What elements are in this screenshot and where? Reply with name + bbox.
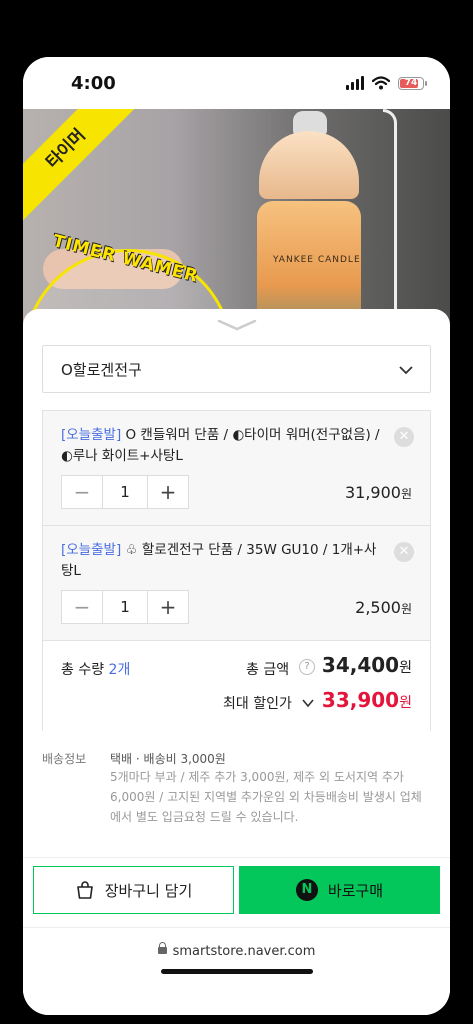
cart-item-desc: [오늘출발] O 캔들워머 단품 / ◐타이머 워머(전구없음) / ◐루나 화… — [61, 425, 386, 467]
total-quantity: 총 수량 2개 — [61, 659, 130, 679]
total-amount-label: 총 금액 — [246, 662, 290, 678]
help-icon[interactable]: ? — [299, 659, 315, 675]
battery-icon: 74 — [398, 76, 427, 90]
price-unit: 원 — [400, 602, 412, 616]
lock-icon — [157, 942, 167, 954]
home-indicator[interactable] — [161, 969, 313, 974]
url-text: smartstore.naver.com — [172, 944, 316, 959]
purchase-sheet: O할로겐전구 [오늘출발] O 캔들워머 단품 / ◐타이머 워머(전구없음) … — [23, 309, 450, 1015]
shipping-fee: 택배 · 배송비 3,000원 — [110, 752, 226, 766]
total-quantity-value: 2개 — [108, 662, 131, 678]
selected-options: [오늘출발] O 캔들워머 단품 / ◐타이머 워머(전구없음) / ◐루나 화… — [42, 410, 431, 731]
naver-pay-icon: N — [295, 879, 318, 901]
total-amount-value: 34,400 — [321, 653, 400, 677]
increase-button[interactable]: + — [148, 476, 188, 508]
shipping-note: 5개마다 부과 / 제주 추가 3,000원, 제주 외 도서지역 추가 6,0… — [110, 770, 422, 824]
decrease-button[interactable]: − — [62, 591, 102, 623]
item-price: 2,500원 — [355, 598, 412, 617]
status-time: 4:00 — [71, 73, 116, 94]
add-to-cart-button[interactable]: 장바구니 담기 — [33, 866, 234, 914]
total-quantity-label: 총 수량 — [61, 662, 105, 678]
chevron-down-icon[interactable] — [301, 697, 315, 709]
cart-item: [오늘출발] ♧ 할로겐전구 단품 / 35W GU10 / 1개+사탕L ✕ … — [43, 526, 430, 641]
shipping-label: 배송정보 — [42, 752, 87, 766]
lamp-stand — [383, 109, 397, 329]
option-select-value: O할로겐전구 — [61, 360, 142, 379]
same-day-tag: [오늘출발] — [61, 542, 122, 558]
item-price: 31,900원 — [345, 483, 412, 502]
max-discount-value: 33,900 — [321, 688, 400, 712]
quantity-stepper: − 1 + — [61, 475, 189, 509]
total-amount: 34,400원 — [322, 653, 412, 677]
buy-now-button[interactable]: N 바로구매 — [239, 866, 440, 914]
phone-screen: 4:00 74 TIMER WAMER YANKEE CANDLE 타이머 O할… — [23, 57, 450, 1015]
option-select[interactable]: O할로겐전구 — [42, 345, 431, 393]
increase-button[interactable]: + — [148, 591, 188, 623]
order-summary: 총 수량 2개 총 금액 ? 34,400원 최대 할인가 33,900원 — [43, 641, 430, 731]
candle-label: YANKEE CANDLE — [273, 255, 361, 265]
cart-item-desc: [오늘출발] ♧ 할로겐전구 단품 / 35W GU10 / 1개+사탕L — [61, 540, 386, 582]
decrease-button[interactable]: − — [62, 476, 102, 508]
shopping-bag-icon — [76, 881, 93, 899]
max-discount-toggle[interactable]: 최대 할인가 — [223, 693, 292, 713]
same-day-tag: [오늘출발] — [61, 427, 122, 443]
add-to-cart-label: 장바구니 담기 — [104, 881, 193, 900]
total-amount-unit: 원 — [399, 660, 412, 676]
divider — [23, 857, 450, 858]
item-price-value: 2,500 — [355, 598, 401, 617]
sheet-collapse-handle[interactable] — [215, 317, 259, 331]
battery-level: 74 — [404, 77, 418, 88]
item-price-value: 31,900 — [344, 483, 401, 502]
lamp-shade — [259, 131, 359, 199]
address-text: smartstore.naver.com — [23, 942, 450, 959]
quantity-stepper: − 1 + — [61, 590, 189, 624]
corner-ribbon: 타이머 — [23, 109, 148, 231]
cart-item: [오늘출발] O 캔들워머 단품 / ◐타이머 워머(전구없음) / ◐루나 화… — [43, 411, 430, 526]
quantity-value[interactable]: 1 — [102, 591, 148, 623]
remove-item-button[interactable]: ✕ — [394, 427, 414, 447]
remove-item-button[interactable]: ✕ — [394, 542, 414, 562]
chevron-down-icon — [399, 366, 413, 375]
max-discount-unit: 원 — [399, 695, 412, 711]
max-discount-amount: 33,900원 — [322, 688, 412, 712]
price-unit: 원 — [400, 487, 412, 501]
product-image[interactable]: TIMER WAMER YANKEE CANDLE 타이머 — [23, 109, 450, 329]
status-bar: 4:00 74 — [23, 57, 450, 109]
buy-now-label: 바로구매 — [327, 881, 384, 900]
wifi-icon — [372, 76, 390, 90]
signal-icon — [346, 76, 364, 90]
status-icons: 74 — [346, 76, 427, 90]
quantity-value[interactable]: 1 — [102, 476, 148, 508]
